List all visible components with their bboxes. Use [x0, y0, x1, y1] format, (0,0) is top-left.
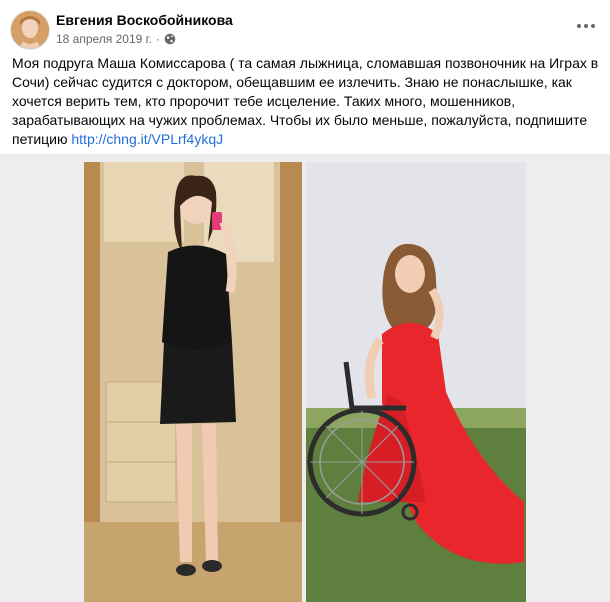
more-options-icon[interactable] — [572, 16, 600, 36]
post-text: Моя подруга Маша Комиссарова ( та самая … — [12, 54, 600, 149]
petition-link[interactable]: http://chng.it/VPLrf4ykqJ — [71, 131, 223, 147]
post-header: Евгения Воскобойникова 18 апреля 2019 г.… — [10, 10, 600, 50]
mirror-selfie-image — [84, 162, 302, 602]
facebook-post: Евгения Воскобойникова 18 апреля 2019 г.… — [0, 0, 610, 602]
avatar-image — [11, 11, 49, 49]
post-date[interactable]: 18 апреля 2019 г. — [56, 32, 152, 46]
meta-separator: · — [155, 32, 160, 46]
post-photos — [0, 154, 610, 602]
post-meta: 18 апреля 2019 г. · — [56, 32, 176, 46]
more-dot — [577, 24, 581, 28]
photo-left[interactable] — [84, 162, 302, 602]
more-dot — [584, 24, 588, 28]
avatar[interactable] — [10, 10, 50, 50]
red-dress-image — [306, 162, 526, 602]
author-name[interactable]: Евгения Воскобойникова — [56, 12, 233, 28]
photo-right[interactable] — [306, 162, 526, 602]
globe-icon — [164, 33, 176, 45]
more-dot — [591, 24, 595, 28]
